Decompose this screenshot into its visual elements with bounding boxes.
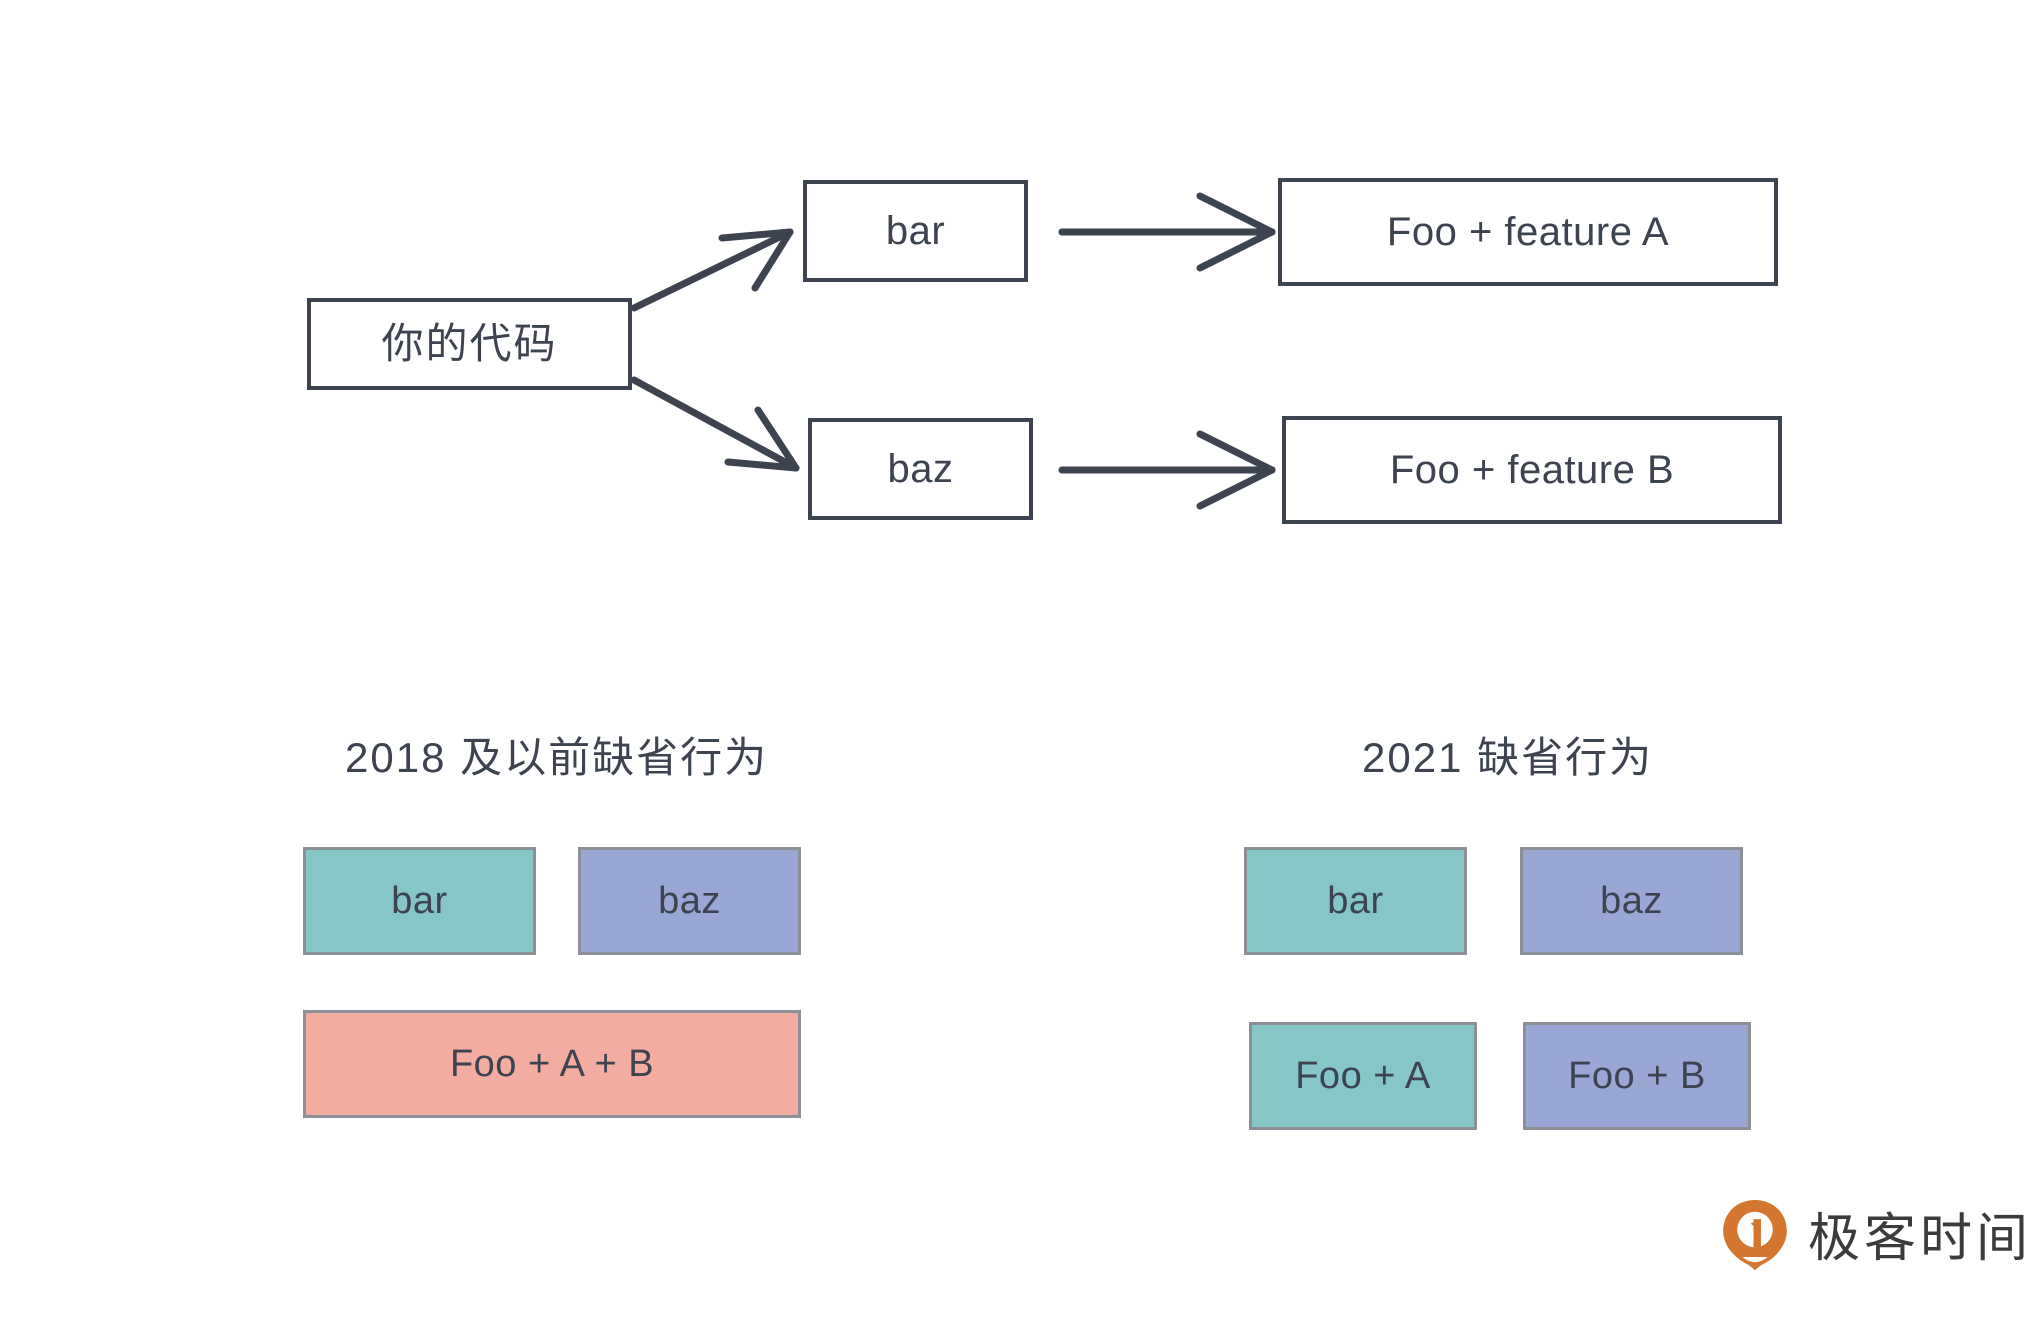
panel-caption-legacy-text: 2018 及以前缺省行为 — [345, 734, 769, 781]
flow-box-bar-label: bar — [885, 209, 946, 253]
brand-logo: 极客时间 — [1718, 1196, 2032, 1271]
diagram-canvas: 你的代码 bar baz Foo + feature A Foo + featu… — [0, 0, 2044, 1332]
edition2021-crate-baz-label: baz — [1600, 879, 1663, 922]
flow-box-foo-feature-b[interactable]: Foo + feature B — [1282, 416, 1782, 524]
legacy-crate-bar-label: bar — [391, 879, 448, 922]
edition2021-result-foo-a[interactable]: Foo + A — [1249, 1022, 1477, 1130]
edition2021-crate-bar[interactable]: bar — [1244, 847, 1467, 955]
edition2021-crate-bar-label: bar — [1327, 879, 1384, 922]
legacy-result-foo-a-b-label: Foo + A + B — [449, 1042, 655, 1085]
panel-caption-edition2021-text: 2021 缺省行为 — [1362, 734, 1654, 781]
flow-box-bar[interactable]: bar — [803, 180, 1028, 282]
panel-caption-edition2021: 2021 缺省行为 — [1362, 724, 1653, 785]
panel-caption-legacy: 2018 及以前缺省行为 — [345, 724, 768, 785]
flow-box-foo-feature-a-label: Foo + feature A — [1386, 210, 1670, 254]
legacy-crate-bar[interactable]: bar — [303, 847, 536, 955]
arrow-bar-to-foo-a — [1058, 192, 1276, 272]
edition2021-result-foo-b[interactable]: Foo + B — [1523, 1022, 1751, 1130]
flow-box-baz[interactable]: baz — [808, 418, 1033, 520]
arrow-code-to-baz — [630, 376, 800, 472]
brand-name: 极客时间 — [1808, 1210, 2033, 1268]
flow-box-your-code[interactable]: 你的代码 — [307, 298, 632, 390]
legacy-crate-baz[interactable]: baz — [578, 847, 801, 955]
arrow-code-to-bar — [630, 228, 794, 312]
flow-box-foo-feature-b-label: Foo + feature B — [1389, 448, 1675, 492]
legacy-result-foo-a-b[interactable]: Foo + A + B — [303, 1010, 801, 1118]
flow-box-baz-label: baz — [887, 447, 954, 491]
edition2021-result-foo-a-label: Foo + A — [1295, 1054, 1431, 1097]
geektime-pin-icon — [1723, 1199, 1787, 1270]
edition2021-result-foo-b-label: Foo + B — [1568, 1054, 1706, 1097]
edition2021-crate-baz[interactable]: baz — [1520, 847, 1743, 955]
legacy-crate-baz-label: baz — [658, 879, 721, 922]
flow-box-your-code-label: 你的代码 — [381, 319, 558, 367]
arrow-baz-to-foo-b — [1058, 430, 1276, 510]
flow-box-foo-feature-a[interactable]: Foo + feature A — [1278, 178, 1778, 286]
